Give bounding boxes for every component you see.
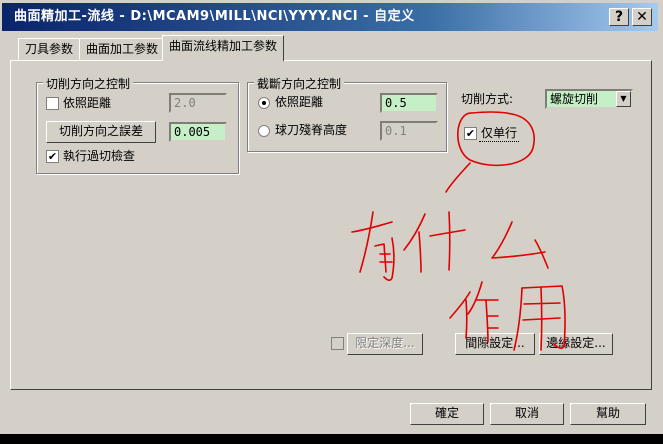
cut-direction-group: 切削方向之控制 依照距離 2.0 切削方向之誤差 0.005 ✔ 執行過切檢查 bbox=[36, 75, 239, 174]
tab-flowline-finish-parameters[interactable]: 曲面流线精加工参数 bbox=[162, 35, 285, 61]
focus-dotted-underline bbox=[479, 141, 519, 143]
window-bottom-edge bbox=[0, 434, 663, 444]
by-distance-checkbox[interactable] bbox=[46, 97, 59, 110]
ok-button[interactable]: 確定 bbox=[410, 403, 484, 425]
chevron-down-icon[interactable]: ▼ bbox=[616, 91, 631, 107]
scallop-height-label: 球刀殘脊高度 bbox=[275, 123, 348, 137]
cut-direction-title: 切削方向之控制 bbox=[43, 75, 134, 92]
tab-tool-parameters[interactable]: 刀具参数 bbox=[18, 38, 81, 60]
dialog-window: 曲面精加工-流线 - D:\MCAM9\MILL\NCI\YYYY.NCI - … bbox=[0, 0, 663, 444]
step-distance-field[interactable]: 0.5 bbox=[380, 93, 438, 113]
cut-tolerance-field[interactable]: 0.005 bbox=[169, 122, 227, 142]
cut-method-label: 切削方式: bbox=[461, 92, 514, 106]
edge-settings-button[interactable]: 邊緣設定... bbox=[539, 333, 613, 355]
step-direction-group: 截斷方向之控制 依照距離 0.5 球刀殘脊高度 0.1 bbox=[247, 75, 447, 152]
tab-panel: 切削方向之控制 依照距離 2.0 切削方向之誤差 0.005 ✔ 執行過切檢查 … bbox=[10, 60, 652, 390]
title-bar[interactable]: 曲面精加工-流线 - D:\MCAM9\MILL\NCI\YYYY.NCI - … bbox=[2, 3, 658, 31]
one-way-checkbox[interactable]: ✔ bbox=[464, 127, 477, 140]
window-title: 曲面精加工-流线 - D:\MCAM9\MILL\NCI\YYYY.NCI - … bbox=[14, 9, 415, 24]
help-button[interactable]: 幫助 bbox=[570, 403, 646, 425]
step-direction-title: 截斷方向之控制 bbox=[254, 75, 345, 92]
by-distance-label: 依照距離 bbox=[63, 96, 112, 110]
scallop-height-radio[interactable] bbox=[258, 125, 270, 137]
close-button[interactable]: ✕ bbox=[632, 8, 652, 26]
limit-depth-button[interactable]: 限定深度... bbox=[347, 333, 423, 355]
gap-settings-button[interactable]: 間隙設定... bbox=[455, 333, 535, 355]
limit-depth-checkbox[interactable] bbox=[331, 337, 344, 350]
overcut-check-checkbox[interactable]: ✔ bbox=[46, 150, 59, 163]
by-distance-field[interactable]: 2.0 bbox=[169, 93, 227, 113]
step-by-distance-label: 依照距離 bbox=[275, 95, 324, 109]
help-question-button[interactable]: ? bbox=[609, 8, 629, 26]
tab-label: 曲面加工参数 bbox=[86, 42, 159, 56]
cut-method-value: 螺旋切削 bbox=[550, 92, 599, 106]
scallop-height-field[interactable]: 0.1 bbox=[380, 121, 438, 141]
cut-method-select[interactable]: 螺旋切削 ▼ bbox=[545, 89, 633, 109]
one-way-label: 仅单行 bbox=[481, 126, 518, 140]
cut-tolerance-button[interactable]: 切削方向之誤差 bbox=[46, 121, 156, 143]
step-by-distance-radio[interactable] bbox=[258, 97, 270, 109]
tab-label: 刀具参数 bbox=[25, 42, 74, 56]
tab-surface-parameters[interactable]: 曲面加工参数 bbox=[79, 38, 166, 60]
tab-label: 曲面流线精加工参数 bbox=[169, 39, 278, 53]
overcut-check-label: 執行過切檢查 bbox=[63, 149, 136, 163]
cancel-button[interactable]: 取消 bbox=[490, 403, 564, 425]
